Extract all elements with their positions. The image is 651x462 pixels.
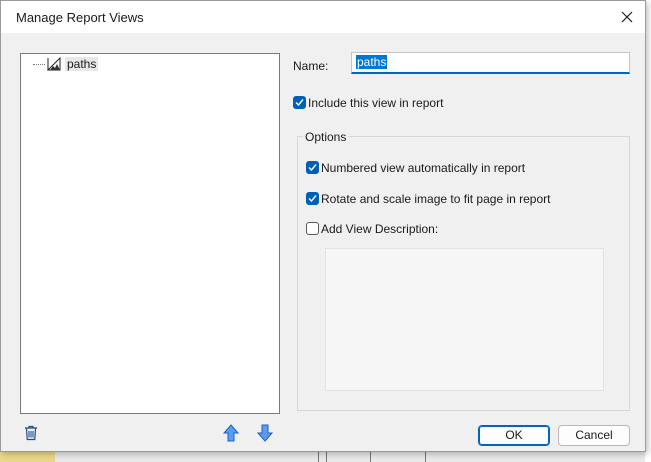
tree-connector xyxy=(33,63,45,65)
rotate-scale-label[interactable]: Rotate and scale image to fit page in re… xyxy=(321,192,550,206)
add-view-description-checkbox[interactable] xyxy=(306,222,319,235)
tree-item-label: paths xyxy=(65,57,99,71)
move-down-button[interactable] xyxy=(256,424,274,442)
checkmark-icon xyxy=(308,164,317,172)
arrow-down-icon xyxy=(256,424,274,442)
close-icon xyxy=(621,11,633,23)
background-divider xyxy=(318,452,319,462)
delete-view-button[interactable] xyxy=(23,425,39,441)
background-divider xyxy=(326,452,327,462)
dialog-title: Manage Report Views xyxy=(16,10,144,25)
title-bar: Manage Report Views xyxy=(1,1,645,33)
arrow-up-icon xyxy=(222,424,240,442)
background-divider xyxy=(370,452,371,462)
close-button[interactable] xyxy=(615,5,639,29)
manage-report-views-dialog: Manage Report Views paths Name: paths In… xyxy=(0,0,646,452)
ok-button[interactable]: OK xyxy=(478,425,550,446)
background-divider xyxy=(425,452,426,462)
view-description-textarea xyxy=(325,248,604,391)
name-input[interactable]: paths xyxy=(351,52,630,74)
options-group-title: Options xyxy=(303,130,349,144)
include-in-report-checkbox[interactable] xyxy=(293,96,306,109)
tree-item-paths[interactable]: paths xyxy=(33,56,99,72)
report-view-icon xyxy=(47,57,61,71)
rotate-scale-checkbox[interactable] xyxy=(306,192,319,205)
trash-icon xyxy=(25,425,37,441)
checkmark-icon xyxy=(295,99,304,107)
checkmark-icon xyxy=(308,195,317,203)
numbered-view-checkbox[interactable] xyxy=(306,161,319,174)
background-window-strip xyxy=(55,452,645,462)
name-label: Name: xyxy=(293,59,329,73)
cancel-button[interactable]: Cancel xyxy=(558,425,630,446)
include-in-report-label[interactable]: Include this view in report xyxy=(308,96,443,110)
name-input-value: paths xyxy=(356,55,388,69)
report-views-tree[interactable]: paths xyxy=(20,53,280,414)
add-view-description-label[interactable]: Add View Description: xyxy=(321,222,438,236)
move-up-button[interactable] xyxy=(222,424,240,442)
numbered-view-label[interactable]: Numbered view automatically in report xyxy=(321,161,525,175)
